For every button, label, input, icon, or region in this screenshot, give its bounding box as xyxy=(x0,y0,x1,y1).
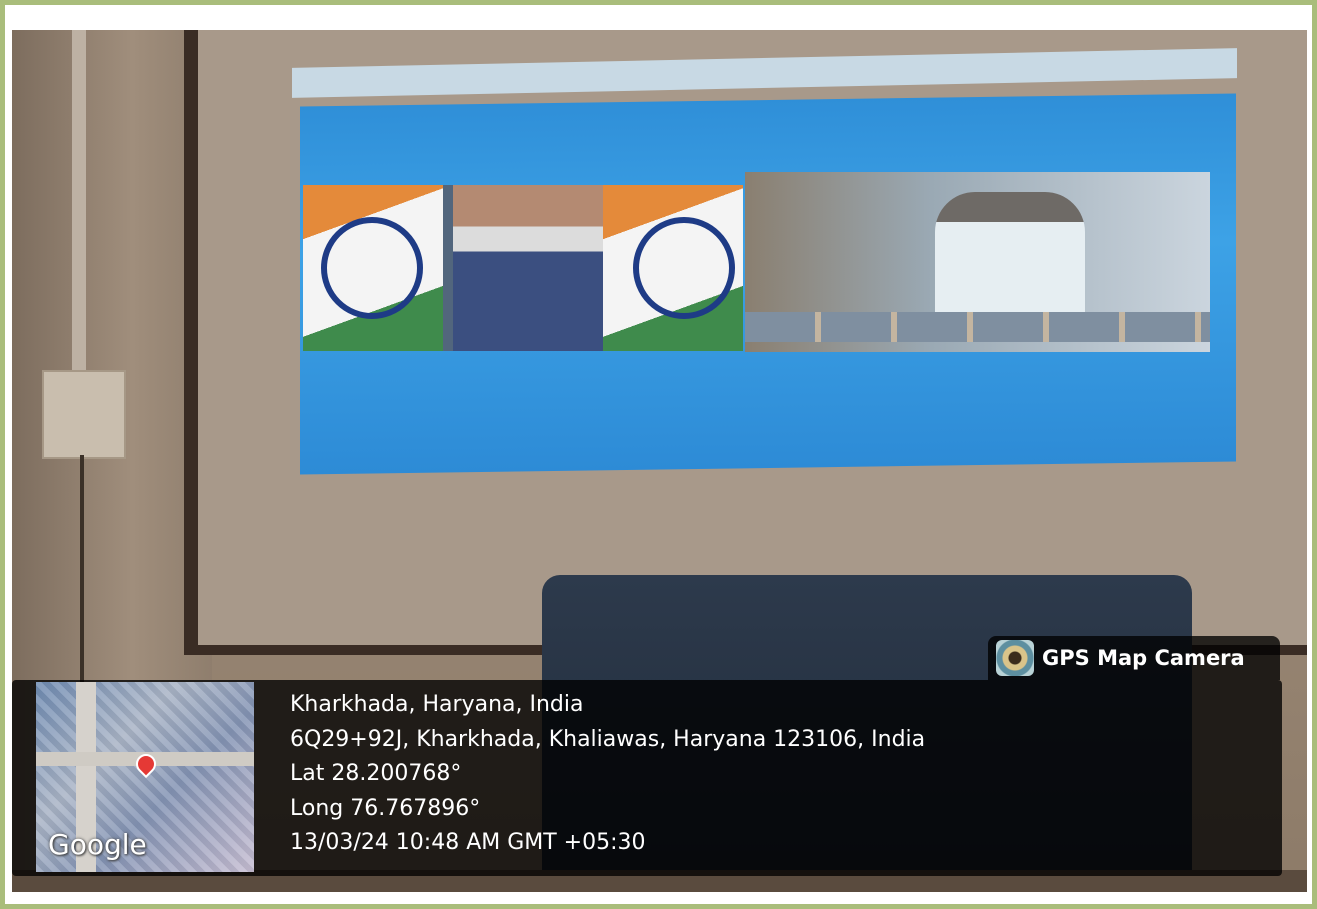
wall-pipe xyxy=(72,30,86,390)
flag-right xyxy=(603,185,743,351)
video-feed-left xyxy=(303,185,743,351)
switch-box xyxy=(42,370,126,459)
gps-header: GPS Map Camera xyxy=(988,636,1280,680)
camera-logo-icon xyxy=(996,640,1034,676)
google-logo: Google xyxy=(48,828,147,861)
longitude: Long 76.767896° xyxy=(290,795,481,821)
gps-details: Kharkhada, Haryana, India 6Q29+92J, Khar… xyxy=(290,688,925,861)
app-name: GPS Map Camera xyxy=(1042,646,1245,670)
chakra-icon xyxy=(633,217,735,319)
speaker-left xyxy=(453,185,603,351)
cable xyxy=(80,455,84,705)
chakra-icon xyxy=(321,217,423,319)
speaker-right xyxy=(935,192,1085,312)
video-feed-right xyxy=(745,172,1210,352)
flag-left xyxy=(303,185,443,351)
place-name: Kharkhada, Haryana, India xyxy=(290,692,584,717)
address: 6Q29+92J, Kharkhada, Khaliawas, Haryana … xyxy=(290,726,926,752)
map-thumbnail: Google xyxy=(36,682,254,872)
latitude: Lat 28.200768° xyxy=(290,761,462,786)
datetime: 13/03/24 10:48 AM GMT +05:30 xyxy=(290,830,646,855)
thumbnail-strip xyxy=(745,312,1210,342)
